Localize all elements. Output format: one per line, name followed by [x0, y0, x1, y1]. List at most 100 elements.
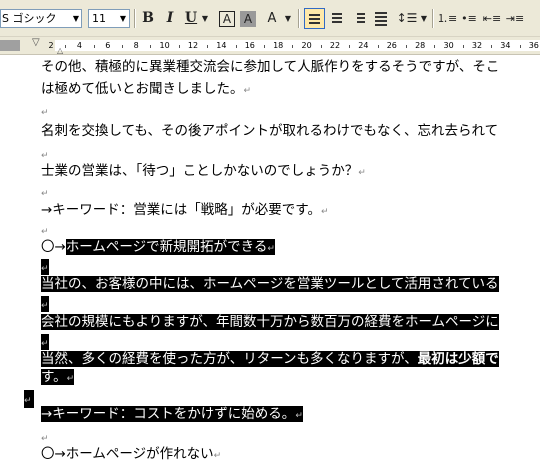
ruler-minor-tick [349, 45, 351, 48]
selected-text: ホームページで新規開拓ができる↵ [65, 239, 275, 255]
character-shading-button[interactable]: A [240, 11, 256, 27]
line-text: →キーワード：営業には「戦略」が必要です。 [41, 202, 321, 218]
line-spacing-button[interactable]: ↕☰ [395, 8, 419, 29]
ruler-tick-label: 24 [358, 41, 369, 50]
line-text: 名刺を交換しても、その後アポイントが取れるわけでもなく、忘れ去られて [41, 123, 499, 139]
hanging-indent-marker[interactable]: △ [57, 46, 63, 55]
ruler-tick-label: 2 [48, 41, 54, 50]
distributed-icon [375, 12, 387, 28]
document-line[interactable]: 名刺を交換しても、その後アポイントが取れるわけでもなく、忘れ去られて [41, 122, 498, 140]
ruler-minor-tick [434, 45, 436, 48]
align-right-icon [357, 13, 365, 25]
empty-paragraph[interactable]: ↵ [41, 102, 49, 120]
empty-paragraph[interactable]: ↵ [24, 390, 34, 408]
align-right-button[interactable] [349, 8, 369, 29]
ruler-tick-label: 30 [443, 41, 454, 50]
ruler-minor-tick [150, 45, 152, 48]
formatting-toolbar: S ゴシック ▼ 11 ▼ B I U ▼ A A A ▼ ↕☰ ▼ ⒈≡ •≡… [0, 0, 540, 37]
paragraph-mark: ↵ [41, 301, 49, 311]
ruler-tick-label: 8 [133, 41, 139, 50]
underline-button[interactable]: U [183, 8, 199, 29]
selected-paragraph-mark: ↵ [24, 390, 34, 408]
empty-paragraph[interactable]: ↵ [41, 333, 49, 351]
ruler-tick-label: 10 [159, 41, 170, 50]
document-body[interactable]: その他、積極的に異業種交流会に参加して人脈作りをするそうですが、そこ は極めて低い… [0, 55, 540, 470]
ruler-tick-label: 26 [386, 41, 397, 50]
line-spacing-dropdown-icon[interactable]: ▼ [419, 8, 429, 29]
paragraph-mark: ↵ [41, 339, 49, 349]
document-line[interactable]: →キーワード：営業には「戦略」が必要です。↵ [41, 201, 329, 219]
document-line[interactable]: 士業の営業は、「待つ」ことしかないのでしょうか？↵ [41, 162, 366, 180]
empty-paragraph[interactable]: ↵ [41, 145, 49, 163]
paragraph-mark: ↵ [41, 189, 49, 199]
align-center-button[interactable] [327, 8, 347, 29]
ruler-minor-tick [519, 45, 521, 48]
italic-button[interactable]: I [161, 8, 179, 29]
ruler-tick-label: 18 [273, 41, 284, 50]
document-line[interactable]: その他、積極的に異業種交流会に参加して人脈作りをするそうですが、そこ [41, 58, 499, 76]
line-spacing-icon: ↕☰ [396, 11, 418, 25]
line-text: 〇→ [41, 239, 66, 255]
empty-paragraph[interactable]: ↵ [41, 258, 49, 276]
ruler-minor-tick [320, 45, 322, 48]
ruler-minor-tick [178, 45, 180, 48]
phonetic-dropdown-icon[interactable]: ▼ [283, 8, 293, 29]
underline-dropdown-icon[interactable]: ▼ [200, 8, 210, 29]
horizontal-ruler[interactable]: ▽ △ 2 4 6 8 10 12 14 16 18 20 22 24 26 28 30 32 34 36 [0, 37, 540, 55]
line-text: 〇→ホームページが作れない [41, 446, 214, 462]
ruler-tick-label: 12 [187, 41, 199, 50]
empty-paragraph[interactable]: ↵ [41, 295, 49, 313]
ruler-minor-tick [264, 45, 265, 48]
ruler-tick-label: 4 [76, 41, 82, 50]
empty-paragraph[interactable]: ↵ [41, 183, 49, 201]
decrease-indent-icon: ⇤≡ [482, 12, 502, 25]
paragraph-mark: ↵ [41, 108, 49, 118]
first-line-indent-marker[interactable]: ▽ [32, 37, 40, 48]
line-text: は極めて低いとお聞きしました。 [41, 81, 244, 97]
selected-paragraph-mark: ↵ [41, 334, 49, 350]
bold-button[interactable]: B [139, 8, 157, 29]
document-line[interactable]: 〇→ホームページで新規開拓ができる↵ [41, 238, 275, 256]
selected-text: 会社の規模にもよりますが、年間数十万から数百万の経費をホームページに [41, 314, 499, 330]
phonetic-guide-button[interactable]: A [263, 8, 281, 29]
ruler-tick-label: 6 [105, 41, 111, 50]
document-line[interactable]: 会社の規模にもよりますが、年間数十万から数百万の経費をホームページに [41, 313, 499, 331]
document-line[interactable]: す。↵ [41, 368, 75, 386]
character-border-button[interactable]: A [219, 11, 235, 27]
bullets-icon: •≡ [461, 12, 477, 25]
paragraph-mark: ↵ [41, 434, 49, 444]
ruler-minor-tick [235, 45, 237, 48]
ruler-tick-label: 32 [471, 41, 483, 50]
bullets-button[interactable]: •≡ [459, 8, 479, 29]
font-size-dropdown-icon[interactable]: ▼ [117, 10, 129, 27]
document-line[interactable]: は極めて低いとお聞きしました。↵ [41, 80, 251, 98]
document-line[interactable]: 当社の、お客様の中には、ホームページを営業ツールとして活用されている [41, 275, 499, 293]
paragraph-mark: ↵ [24, 396, 32, 406]
ruler-margin [0, 40, 20, 51]
toolbar-separator [134, 9, 136, 28]
document-line[interactable]: →キーワード：コストをかけずに始める。↵ [41, 405, 303, 423]
numbering-button[interactable]: ⒈≡ [437, 8, 457, 29]
document-line[interactable]: 当然、多くの経費を使った方が、リターンも多くなりますが、最初は少額で [41, 350, 499, 368]
ruler-minor-tick [292, 45, 294, 48]
font-name-dropdown-icon[interactable]: ▼ [70, 10, 82, 27]
paragraph-mark: ↵ [213, 451, 222, 461]
align-justify-button[interactable] [304, 8, 325, 29]
toolbar-separator [298, 9, 300, 28]
ruler-minor-tick [122, 45, 123, 48]
paragraph-mark: ↵ [320, 207, 329, 217]
ruler-minor-tick [207, 45, 209, 48]
paragraph-mark: ↵ [295, 411, 303, 421]
distributed-button[interactable] [371, 8, 391, 29]
empty-paragraph[interactable]: ↵ [41, 428, 49, 446]
selected-text: 当社の、お客様の中には、ホームページを営業ツールとして活用されている [41, 276, 499, 292]
ruler-minor-tick [406, 45, 407, 48]
ruler-tick-label: 16 [244, 41, 255, 50]
toolbar-separator [432, 9, 434, 28]
decrease-indent-button[interactable]: ⇤≡ [482, 8, 502, 29]
increase-indent-button[interactable]: ⇥≡ [505, 8, 525, 29]
document-line[interactable]: 〇→ホームページが作れない↵ [41, 445, 221, 463]
empty-paragraph[interactable]: ↵ [41, 221, 49, 239]
paragraph-mark: ↵ [41, 264, 49, 274]
ruler-minor-tick [462, 45, 464, 48]
